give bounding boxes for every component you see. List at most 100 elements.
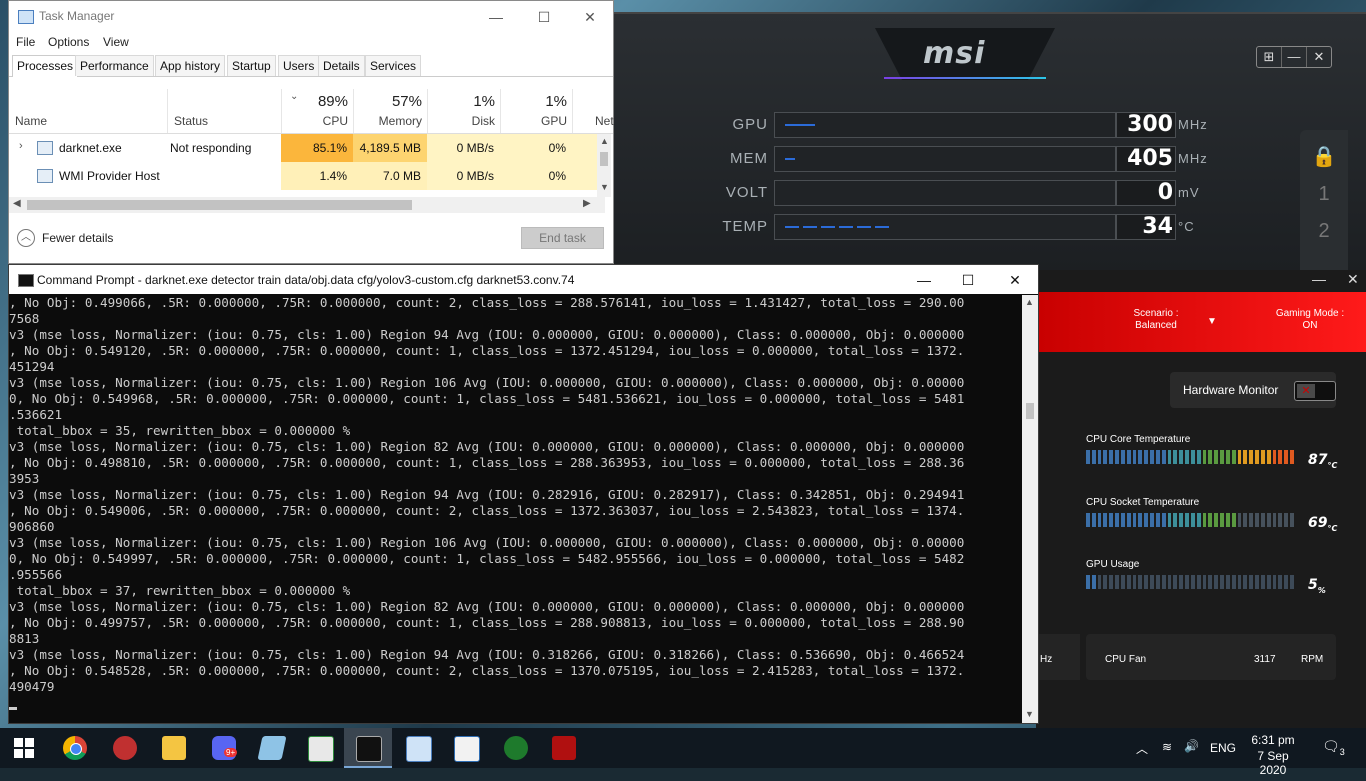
col-gpu[interactable]: 1% GPU xyxy=(500,89,573,133)
minimize-icon[interactable]: — xyxy=(901,268,947,292)
meter-segment xyxy=(1103,450,1108,464)
menu-bar: File Options View xyxy=(9,32,613,51)
tab-processes[interactable]: Processes xyxy=(12,55,79,77)
xbox-icon[interactable] xyxy=(504,736,528,760)
gpu-usage: GPU Usage 5% xyxy=(1086,559,1326,595)
meter-segment xyxy=(1243,575,1248,589)
close-icon[interactable]: ✕ xyxy=(1347,271,1359,288)
hardware-monitor-toggle-row: Hardware Monitor ✕ xyxy=(1170,372,1336,408)
end-task-button[interactable]: End task xyxy=(521,227,604,249)
cmd-icon xyxy=(18,274,34,287)
col-cpu[interactable]: ⌄ 89% CPU xyxy=(281,89,354,133)
meter-segment xyxy=(1103,575,1108,589)
meter-segment xyxy=(1284,513,1288,527)
vertical-scrollbar[interactable]: ▲ ▼ xyxy=(1022,295,1038,723)
menu-view[interactable]: View xyxy=(103,35,129,49)
lock-icon[interactable]: 🔒 xyxy=(1300,144,1348,169)
tab-users[interactable]: Users xyxy=(278,55,320,76)
fewer-details-link[interactable]: Fewer details xyxy=(42,231,113,245)
task-manager-taskbar-icon[interactable] xyxy=(406,736,432,762)
clock[interactable]: 6:31 pm 7 Sep 2020 xyxy=(1246,728,1300,777)
meter-segment xyxy=(1167,575,1172,589)
command-prompt-titlebar[interactable]: Command Prompt - darknet.exe detector tr… xyxy=(9,265,1038,294)
meter-segment xyxy=(1266,450,1271,464)
close-icon[interactable]: ✕ xyxy=(992,268,1038,292)
sheet-app-icon[interactable] xyxy=(308,736,334,762)
cpu-socket-temperature: CPU Socket Temperature 69°C xyxy=(1086,497,1338,533)
meter-segment xyxy=(1138,513,1143,527)
maximize-icon[interactable]: ☐ xyxy=(945,268,991,292)
task-manager-icon xyxy=(18,10,34,24)
chrome-icon[interactable] xyxy=(63,736,87,760)
col-memory[interactable]: 57% Memory xyxy=(353,89,428,133)
table-row[interactable]: › darknet.exe Not responding 85.1% 4,189… xyxy=(9,134,599,162)
meter-segment xyxy=(1086,450,1090,464)
meter-segment xyxy=(1284,575,1288,589)
meter-segment xyxy=(1126,513,1131,527)
meter-segment xyxy=(1150,575,1154,589)
minimize-icon[interactable]: — xyxy=(473,5,519,29)
col-net[interactable]: Net xyxy=(572,89,614,133)
process-name: WMI Provider Host xyxy=(59,169,160,183)
language-indicator[interactable]: ENG xyxy=(1210,741,1236,781)
meter-segment xyxy=(1272,513,1277,527)
col-disk[interactable]: 1% Disk xyxy=(427,89,501,133)
windows-start-icon[interactable] xyxy=(14,738,34,758)
volt-value: 0 xyxy=(1116,180,1176,206)
console-line: 451294 xyxy=(9,359,55,374)
chevron-right-icon[interactable]: › xyxy=(19,140,23,152)
gaming-mode[interactable]: Gaming Mode : ON xyxy=(1272,308,1348,332)
maximize-icon[interactable]: ☐ xyxy=(521,5,567,29)
hardware-monitor-toggle[interactable]: ✕ xyxy=(1294,381,1336,401)
file-explorer-icon[interactable] xyxy=(162,736,186,760)
memory-cell: 4,189.5 MB xyxy=(353,134,427,162)
dragon-center-icon[interactable] xyxy=(552,736,576,760)
minimize-icon[interactable]: — xyxy=(1312,271,1326,287)
afterburner-row-volt: VOLT 0 mV xyxy=(700,180,1220,206)
vertical-scrollbar[interactable]: ▲ ▼ xyxy=(597,134,611,197)
notifications-icon[interactable]: 🗨3 xyxy=(1322,738,1345,778)
col-status[interactable]: Status xyxy=(167,89,281,133)
tab-details[interactable]: Details xyxy=(318,55,365,76)
command-prompt-window: Command Prompt - darknet.exe detector tr… xyxy=(8,264,1039,724)
volume-icon[interactable]: 🔊 xyxy=(1184,739,1199,779)
meter-segment xyxy=(1179,575,1184,589)
col-name[interactable]: Name xyxy=(9,89,167,133)
tab-startup[interactable]: Startup xyxy=(227,55,276,76)
meter-segment xyxy=(1161,450,1166,464)
chevron-up-icon[interactable]: ︿ xyxy=(1136,740,1148,780)
meter-segment xyxy=(1255,450,1259,464)
scenario[interactable]: Scenario : Balanced xyxy=(1120,308,1192,332)
temp-label: TEMP xyxy=(722,218,768,235)
console-output[interactable]: , No Obj: 0.499066, .5R: 0.000000, .75R:… xyxy=(9,295,1021,723)
cmd-taskbar-icon[interactable] xyxy=(356,736,382,762)
chevron-down-icon: ⌄ xyxy=(290,91,299,102)
tab-app-history[interactable]: App history xyxy=(155,55,226,76)
menu-options[interactable]: Options xyxy=(48,35,89,49)
meter-segment xyxy=(1161,575,1166,589)
windows-icon[interactable]: ⊞ xyxy=(1257,47,1282,67)
temp-bar xyxy=(774,214,1116,240)
chevron-down-icon[interactable]: ▼ xyxy=(1207,316,1217,327)
chevron-up-icon[interactable]: ︿ xyxy=(17,229,35,247)
task-manager-titlebar[interactable]: Task Manager — ☐ ✕ xyxy=(9,1,613,32)
app-red-icon[interactable] xyxy=(113,736,137,760)
horizontal-scrollbar[interactable]: ◀ ▶ xyxy=(9,197,605,213)
meter-segment xyxy=(1255,575,1259,589)
profile-1[interactable]: 1 xyxy=(1300,183,1348,206)
notes-icon[interactable] xyxy=(257,736,287,760)
tab-services[interactable]: Services xyxy=(365,55,422,76)
meter-segment xyxy=(1289,450,1294,464)
tab-performance[interactable]: Performance xyxy=(75,55,154,76)
menu-file[interactable]: File xyxy=(16,35,35,49)
close-icon[interactable]: ✕ xyxy=(1307,47,1331,67)
profile-2[interactable]: 2 xyxy=(1300,220,1348,243)
wifi-icon[interactable]: ≋ xyxy=(1162,740,1172,780)
meter-segment xyxy=(1155,513,1160,527)
task-manager-window: Task Manager — ☐ ✕ File Options View Pro… xyxy=(8,0,614,264)
table-row[interactable]: WMI Provider Host 1.4% 7.0 MB 0 MB/s 0% xyxy=(9,162,599,190)
close-icon[interactable]: ✕ xyxy=(567,5,613,29)
window-app-icon[interactable] xyxy=(454,736,480,762)
minimize-icon[interactable]: — xyxy=(1282,47,1307,67)
discord-icon[interactable]: 9+ xyxy=(212,736,238,760)
